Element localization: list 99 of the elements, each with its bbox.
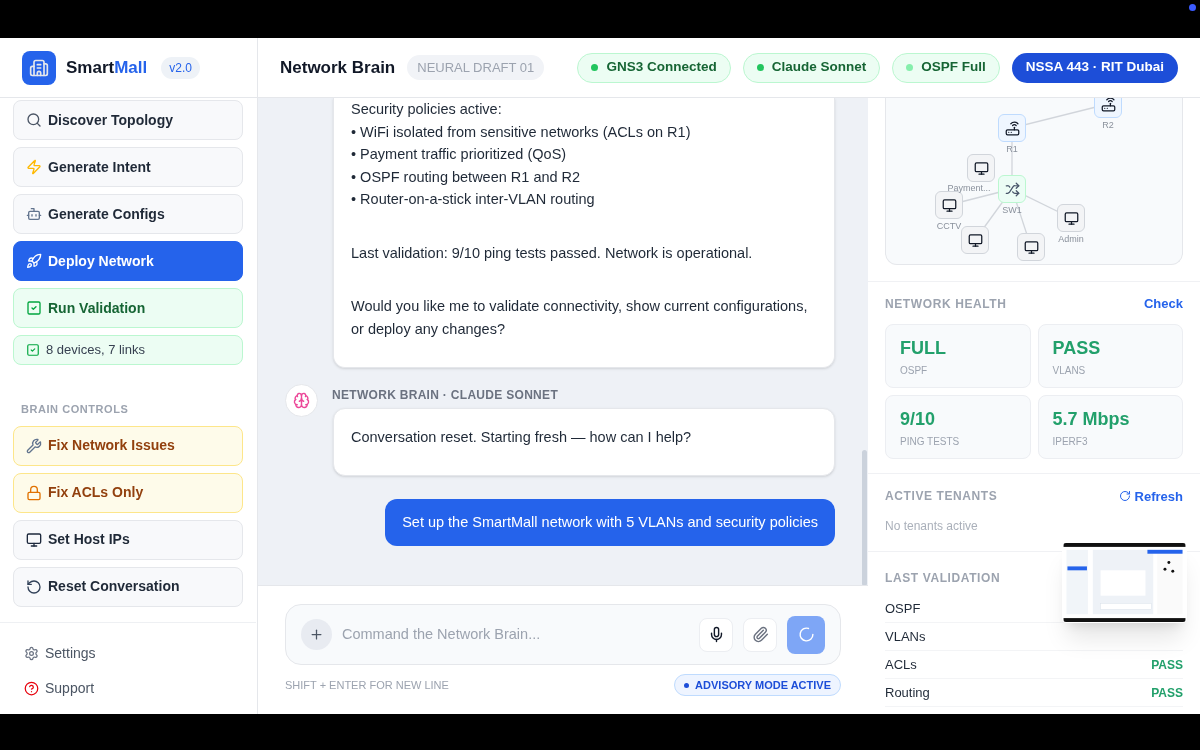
device-node[interactable] — [967, 154, 995, 182]
device-node[interactable] — [1057, 204, 1085, 232]
device-node[interactable] — [935, 191, 963, 219]
validation-label: OSPF — [885, 599, 921, 618]
monitor-icon — [1023, 239, 1039, 255]
node-label: R2 — [1102, 120, 1114, 130]
validation-result: PASS — [1151, 684, 1183, 702]
monitor-icon — [26, 531, 42, 548]
monitor-icon — [1063, 210, 1079, 226]
health-value: FULL — [900, 336, 947, 359]
version-badge: v2.0 — [161, 56, 200, 79]
sidebar-action-button[interactable]: Set Host IPs — [13, 519, 243, 560]
recording-indicator-icon — [1189, 4, 1196, 11]
microphone-button[interactable] — [699, 617, 733, 652]
sidebar-action-button[interactable]: Deploy Network — [13, 241, 243, 281]
status-pill: GNS3 Connected — [577, 52, 731, 83]
health-value: PASS — [1052, 336, 1102, 359]
node-label: R1 — [1006, 144, 1018, 154]
router-icon — [1100, 98, 1116, 112]
section-heading: NETWORK HEALTH — [885, 295, 1007, 313]
health-label: VLANS — [1052, 363, 1087, 378]
lock-icon — [26, 484, 42, 501]
validation-label: VLANs — [885, 627, 926, 646]
monitor-icon — [967, 232, 983, 248]
node-label: Payment... — [947, 183, 991, 193]
device-node[interactable] — [998, 175, 1026, 203]
device-node[interactable] — [998, 114, 1026, 142]
message-text: • WiFi isolated from sensitive networks (ACLs on R1) — [351, 122, 692, 142]
message-text: Security policies active: — [351, 100, 503, 119]
paperclip-icon — [751, 626, 769, 643]
status-pill: Claude Sonnet — [742, 52, 881, 83]
router-icon — [1004, 120, 1020, 136]
course-pill: NSSA 443 · RIT Dubai — [1011, 52, 1178, 83]
message-text: • Router-on-a-stick inter-VLAN routing — [351, 190, 596, 209]
section-heading: ACTIVE TENANTS — [885, 488, 998, 506]
message-text: Conversation reset. Starting fresh — how can I help? — [351, 428, 693, 447]
health-label: PING TESTS — [900, 434, 961, 449]
message-text: Would you like me to validate connectivity, show current configurations, or deploy any changes? — [351, 297, 809, 339]
page-title: Network Brain — [280, 56, 396, 79]
search-icon — [26, 112, 42, 128]
wrench-icon — [26, 437, 42, 454]
section-heading: LAST VALIDATION — [885, 571, 1001, 585]
empty-state-text: No tenants active — [885, 518, 979, 535]
validation-label: Routing — [885, 683, 930, 702]
footer-link[interactable]: Settings — [24, 642, 256, 664]
device-node[interactable] — [1017, 233, 1045, 261]
robot-icon — [26, 206, 42, 222]
switch-icon — [1004, 181, 1020, 197]
node-label: CCTV — [936, 221, 962, 231]
validation-label: ACLs — [885, 655, 917, 674]
status-pill: OSPF Full — [892, 52, 1000, 83]
node-label: SW1 — [1002, 205, 1022, 215]
message-text: • OSPF routing between R1 and R2 — [351, 167, 582, 187]
section-heading: BRAIN CONTROLS — [21, 402, 130, 417]
input-hint: SHIFT + ENTER FOR NEW LINE — [285, 677, 449, 693]
help-icon — [24, 680, 39, 696]
status-chip: 8 devices, 7 links — [13, 335, 243, 365]
brain-avatar — [285, 384, 318, 417]
user-message-bubble: Set up the SmartMall network with 5 VLANs and security policies — [385, 498, 835, 547]
spinner-icon — [797, 626, 815, 643]
node-label: Admin — [1058, 234, 1084, 244]
health-value: 5.7 Mbps — [1052, 407, 1131, 430]
command-input[interactable]: Command the Network Brain... — [285, 604, 841, 665]
sidebar-action-button[interactable]: Fix ACLs Only — [13, 472, 243, 513]
scrollbar-thumb[interactable] — [862, 450, 867, 585]
draft-badge: NEURAL DRAFT 01 — [407, 54, 545, 81]
command-field[interactable]: Command the Network Brain... — [342, 623, 689, 646]
reset-icon — [26, 578, 42, 595]
sidebar-action-button[interactable]: Fix Network Issues — [13, 425, 243, 466]
plus-icon — [309, 627, 324, 642]
logo-icon — [22, 50, 56, 85]
sidebar-action-button[interactable]: Generate Configs — [13, 194, 243, 234]
message-text: Last validation: 9/10 ping tests passed. Network is operational. — [351, 243, 754, 263]
health-label: OSPF — [900, 363, 929, 378]
sender-label: NETWORK BRAIN · CLAUDE SONNET — [332, 386, 559, 404]
brand-name: SmartMall — [66, 56, 148, 79]
sidebar-action-button[interactable]: Reset Conversation — [13, 566, 243, 607]
health-label: IPERF3 — [1052, 434, 1089, 449]
device-node[interactable] — [961, 226, 989, 254]
settings-icon — [24, 645, 39, 661]
validation-result: PASS — [1151, 656, 1183, 674]
monitor-icon — [973, 160, 989, 176]
mode-badge: ADVISORY MODE ACTIVE — [674, 674, 841, 696]
monitor-icon — [941, 197, 957, 213]
refresh-icon — [1118, 490, 1131, 503]
check-icon — [26, 343, 40, 357]
message-text: • Payment traffic prioritized (QoS) — [351, 145, 568, 164]
lightning-icon — [26, 159, 42, 175]
check-icon — [26, 300, 42, 316]
sidebar-action-button[interactable]: Discover Topology — [13, 100, 243, 140]
rocket-icon — [26, 253, 42, 269]
check-link[interactable]: Check — [1143, 294, 1183, 314]
device-node[interactable] — [1094, 98, 1122, 118]
sidebar-action-button[interactable]: Generate Intent — [13, 147, 243, 187]
sidebar-action-button[interactable]: Run Validation — [13, 288, 243, 328]
health-value: 9/10 — [900, 407, 937, 430]
attach-button[interactable] — [743, 617, 777, 652]
refresh-link[interactable]: Refresh — [1118, 486, 1183, 506]
footer-link[interactable]: Support — [24, 677, 256, 699]
